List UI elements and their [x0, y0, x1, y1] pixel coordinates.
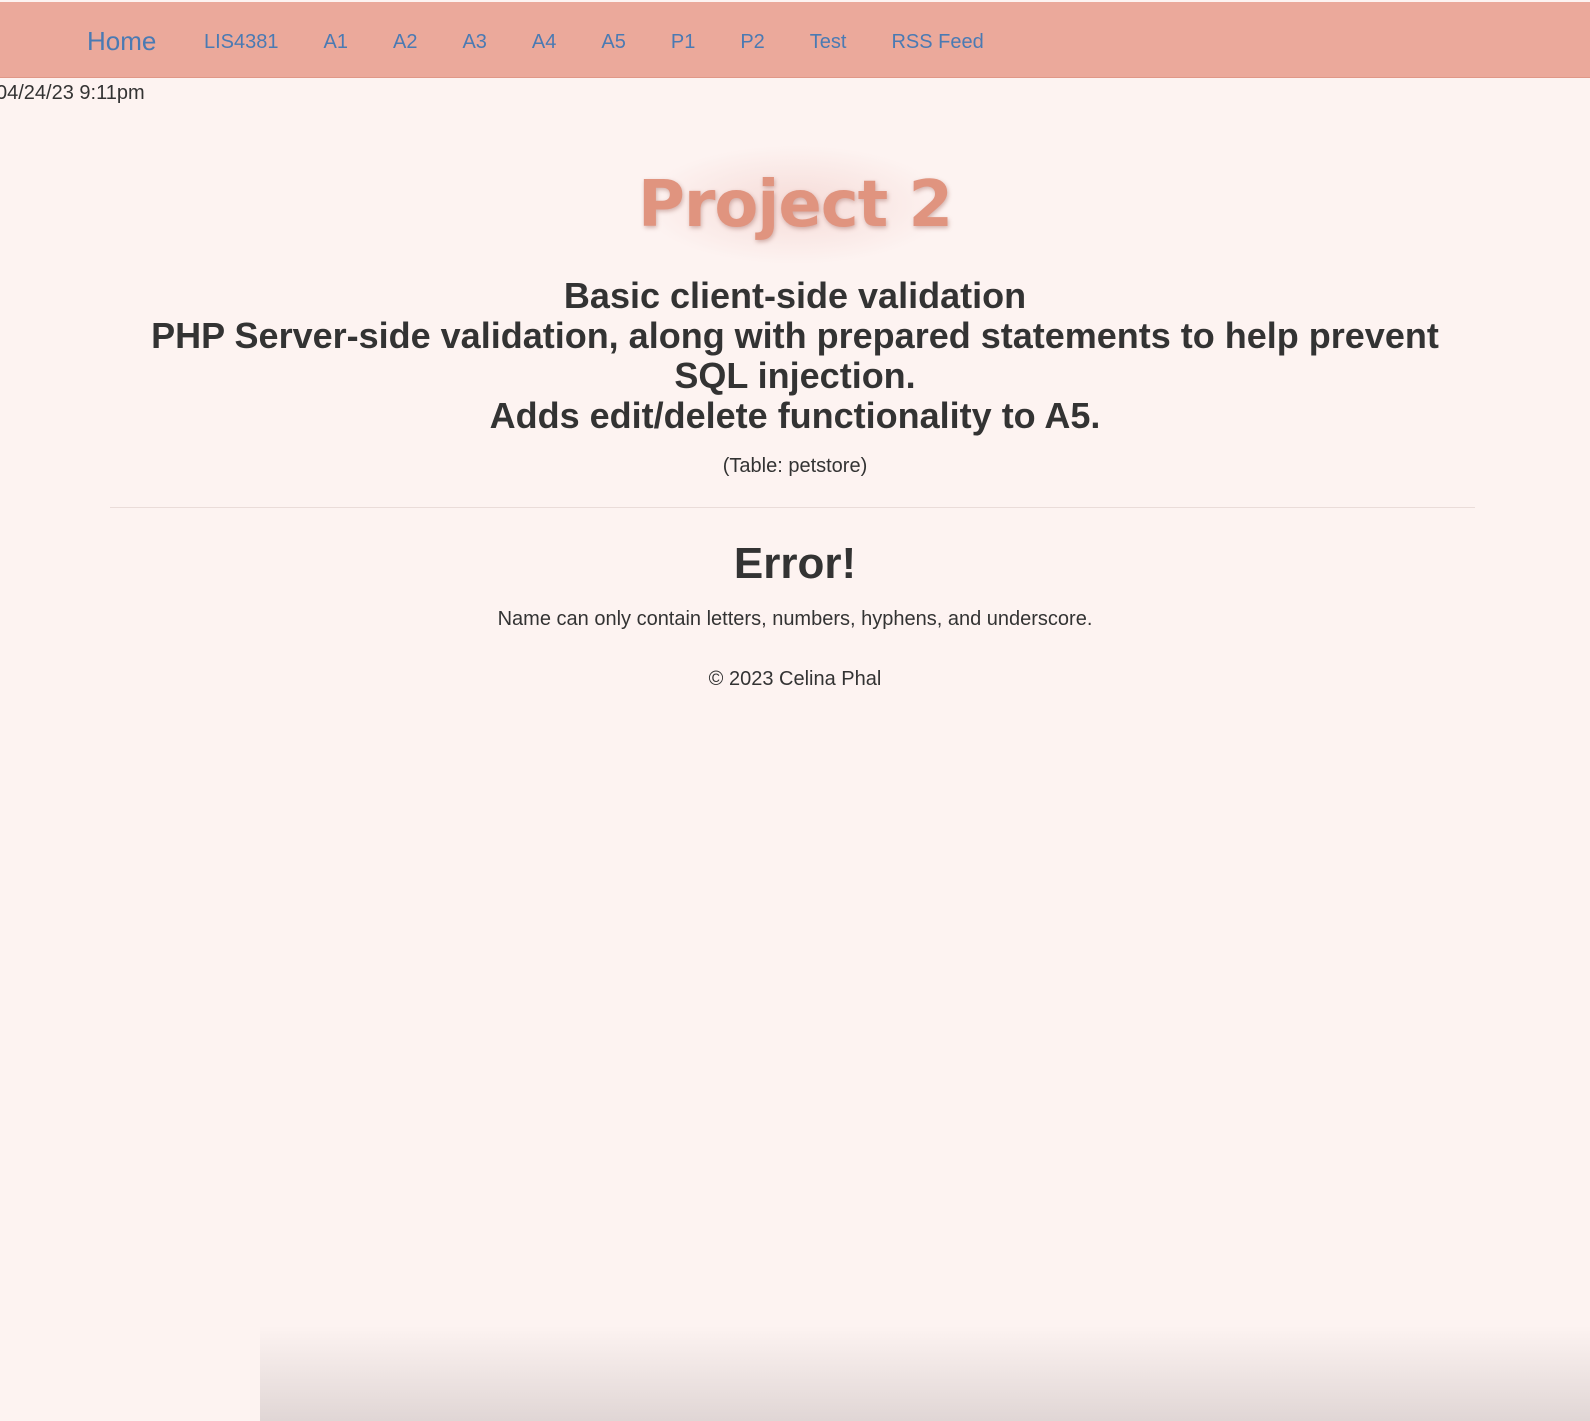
timestamp: 04/24/23 9:11pm [0, 82, 145, 104]
error-heading: Error! [733, 539, 857, 588]
page-subtitle: Basic client-side validation PHP Server-… [110, 276, 1480, 436]
page-title: Project 2 [637, 168, 953, 242]
nav-item-a2[interactable]: A2 [393, 30, 417, 54]
nav-item-p1[interactable]: P1 [671, 30, 695, 54]
nav-item-test[interactable]: Test [810, 30, 847, 54]
nav-item-a3[interactable]: A3 [462, 30, 486, 54]
subtitle-line-2: PHP Server-side validation, along with p… [151, 315, 1439, 396]
footer-copyright: © 2023 Celina Phal [708, 668, 882, 690]
page: Home LIS4381 A1 A2 A3 A4 A5 P1 P2 Test R… [0, 0, 1590, 1421]
navbar: Home LIS4381 A1 A2 A3 A4 A5 P1 P2 Test R… [0, 2, 1590, 78]
nav-item-a5[interactable]: A5 [601, 30, 625, 54]
error-message: Name can only contain letters, numbers, … [497, 608, 1093, 630]
window-shadow [260, 1326, 1590, 1421]
divider [110, 507, 1475, 508]
nav-item-p2[interactable]: P2 [740, 30, 764, 54]
nav-item-rss-feed[interactable]: RSS Feed [891, 30, 983, 54]
table-note: (Table: petstore) [722, 455, 868, 477]
nav-item-a4[interactable]: A4 [532, 30, 556, 54]
nav-home-link[interactable]: Home [87, 26, 156, 56]
nav-item-a1[interactable]: A1 [324, 30, 348, 54]
nav-item-lis4381[interactable]: LIS4381 [204, 30, 279, 54]
subtitle-line-1: Basic client-side validation [563, 275, 1027, 316]
nav-links: LIS4381 A1 A2 A3 A4 A5 P1 P2 Test RSS Fe… [204, 30, 1029, 54]
subtitle-line-3: Adds edit/delete functionality to A5. [489, 395, 1101, 436]
